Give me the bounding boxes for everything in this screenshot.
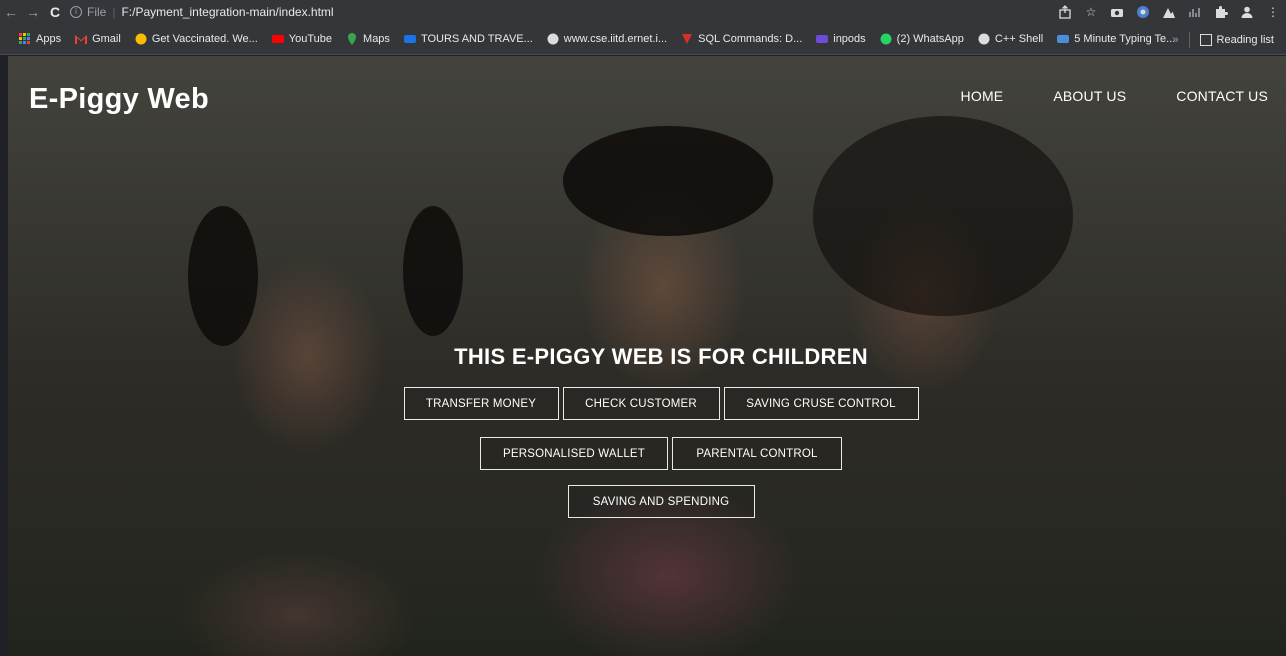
nav-contact-us[interactable]: CONTACT US <box>1176 88 1268 104</box>
maps-icon <box>346 33 358 45</box>
bookmark-label: (2) WhatsApp <box>896 33 964 45</box>
url-text[interactable]: F:/Payment_integration-main/index.html <box>121 5 333 19</box>
check-customer-button[interactable]: CHECK CUSTOMER <box>562 387 720 420</box>
globe-icon <box>978 33 990 45</box>
transfer-money-button[interactable]: TRANSFER MONEY <box>403 387 559 420</box>
hero-headline: THIS E-PIGGY WEB IS FOR CHILDREN <box>454 344 868 369</box>
bookmarks-bar: Apps Gmail Get Vaccinated. We... YouTube Map… <box>0 24 1286 55</box>
bookmark-label: Apps <box>36 33 62 45</box>
star-icon[interactable]: ☆ <box>1084 5 1098 19</box>
tours-icon <box>403 33 416 45</box>
personalised-wallet-button[interactable]: PERSONALISED WALLET <box>480 437 668 470</box>
bookmark-item[interactable]: www.cse.iitd.ernet.i... <box>547 33 667 45</box>
bookmark-label: YouTube <box>288 33 333 45</box>
saving-and-spending-button[interactable]: SAVING AND SPENDING <box>567 485 755 518</box>
share-icon[interactable] <box>1058 5 1072 19</box>
bookmark-label: Get Vaccinated. We... <box>151 33 258 45</box>
site-logo[interactable]: E-Piggy Web <box>29 83 209 116</box>
nav-home[interactable]: HOME <box>961 88 1004 104</box>
button-row-2: PERSONALISED WALLET PARENTAL CONTROL <box>8 437 1286 470</box>
whatsapp-icon <box>880 33 892 45</box>
sql-icon <box>681 33 693 45</box>
bookmark-label: TOURS AND TRAVE... <box>420 33 533 45</box>
bookmarks-divider <box>1188 31 1190 48</box>
apps-grid-icon <box>19 33 31 45</box>
nav-about-us[interactable]: ABOUT US <box>1053 88 1126 104</box>
typing-icon <box>1057 33 1070 45</box>
youtube-icon <box>271 33 284 45</box>
gmail-icon <box>75 33 88 45</box>
bookmark-item[interactable]: inpods <box>816 33 866 45</box>
globe-icon <box>547 33 559 45</box>
back-icon[interactable]: ← <box>0 0 22 24</box>
hero-section: E-Piggy Web HOME ABOUT US CONTACT US THI… <box>8 56 1286 656</box>
bookmarks-overflow: » Reading list <box>1172 24 1274 55</box>
bookmark-item[interactable]: Apps <box>19 33 61 45</box>
bookmark-item[interactable]: TOURS AND TRAVE... <box>403 33 533 45</box>
bookmark-label: inpods <box>833 33 866 45</box>
info-icon[interactable]: i <box>70 6 82 18</box>
extension-blue-icon[interactable] <box>1136 5 1150 19</box>
button-row-3: SAVING AND SPENDING <box>8 485 1286 518</box>
extensions-puzzle-icon[interactable] <box>1214 5 1228 19</box>
bookmark-label: Gmail <box>92 33 121 45</box>
address-bar[interactable]: i File | F:/Payment_integration-main/ind… <box>70 2 334 22</box>
reading-list-button[interactable]: Reading list <box>1217 34 1274 46</box>
bookmark-label: C++ Shell <box>994 33 1044 45</box>
main-nav: HOME ABOUT US CONTACT US <box>961 88 1268 104</box>
bookmark-item[interactable]: C++ Shell <box>978 33 1043 45</box>
saving-cruse-control-button[interactable]: SAVING CRUSE CONTROL <box>723 387 919 420</box>
bookmark-label: www.cse.iitd.ernet.i... <box>563 33 668 45</box>
bookmark-item[interactable]: (2) WhatsApp <box>880 33 964 45</box>
parental-control-button[interactable]: PARENTAL CONTROL <box>672 437 842 470</box>
bookmark-item[interactable]: Maps <box>346 33 390 45</box>
mountain-extension-icon[interactable] <box>1162 5 1176 19</box>
reading-list-icon <box>1199 33 1212 46</box>
bookmark-item[interactable]: SQL Commands: D... <box>681 33 802 45</box>
bookmark-item[interactable]: Get Vaccinated. We... <box>135 33 258 45</box>
forward-icon[interactable]: → <box>22 0 44 24</box>
menu-dots-icon[interactable]: ⋮ <box>1266 5 1280 19</box>
bookmark-label: SQL Commands: D... <box>698 33 803 45</box>
camera-extension-icon[interactable] <box>1110 5 1124 19</box>
url-scheme: File <box>87 5 107 19</box>
bookmark-item[interactable]: YouTube <box>271 33 333 45</box>
profile-icon[interactable] <box>1240 5 1254 19</box>
bookmark-label: 5 Minute Typing Te... <box>1074 33 1176 45</box>
url-separator: | <box>112 5 116 19</box>
bookmark-item[interactable]: 5 Minute Typing Te... <box>1057 33 1175 45</box>
browser-toolbar: ← → C i File | F:/Payment_integration-ma… <box>0 0 1286 24</box>
bookmark-item[interactable]: Gmail <box>75 33 121 45</box>
stats-extension-icon[interactable] <box>1188 5 1202 19</box>
google-icon <box>135 33 147 45</box>
reload-icon[interactable]: C <box>44 0 66 24</box>
double-chevron-icon[interactable]: » <box>1172 34 1178 46</box>
button-row-1: TRANSFER MONEY CHECK CUSTOMER SAVING CRU… <box>8 387 1286 420</box>
bookmark-label: Maps <box>363 33 390 45</box>
inpods-icon <box>816 33 829 45</box>
